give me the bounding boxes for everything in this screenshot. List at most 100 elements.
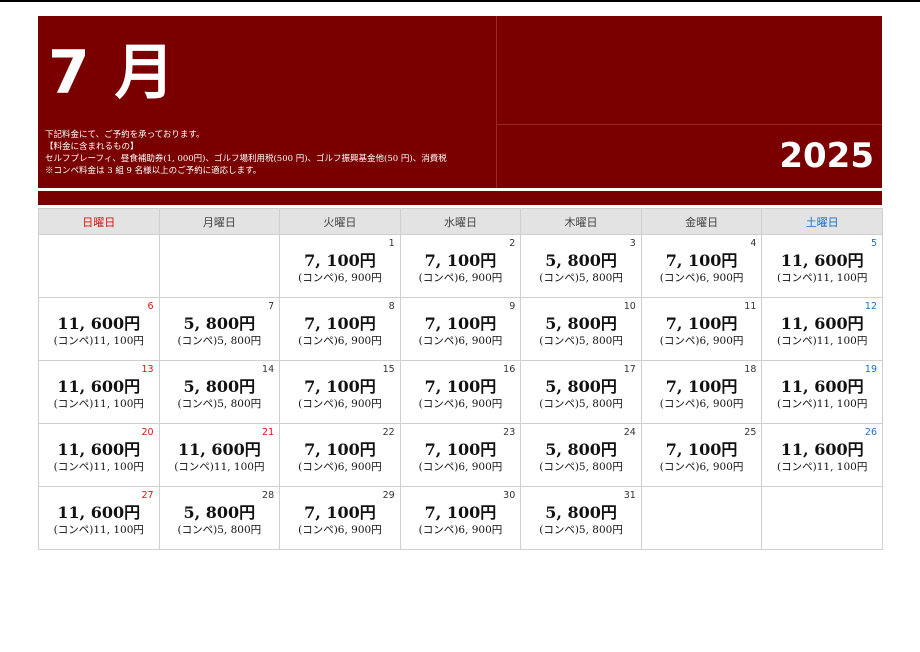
- note-line: 下記料金にて、ご予約を承っております。: [45, 130, 205, 140]
- competition-price: (コンペ)6, 900円: [418, 335, 503, 347]
- weekday-header-row: 日曜日 月曜日 火曜日 水曜日 木曜日 金曜日 土曜日: [38, 208, 883, 235]
- competition-price: (コンペ)11, 100円: [777, 335, 868, 347]
- weekday-saturday: 土曜日: [761, 208, 883, 235]
- day-cell[interactable]: 7 5, 800円 (コンペ)5, 800円: [158, 297, 281, 361]
- day-cell[interactable]: 10 5, 800円 (コンペ)5, 800円: [520, 297, 642, 361]
- day-cell[interactable]: 8 7, 100円 (コンペ)6, 900円: [279, 297, 401, 361]
- day-cell[interactable]: 27 11, 600円 (コンペ)11, 100円: [38, 486, 160, 550]
- day-cell[interactable]: 18 7, 100円 (コンペ)6, 900円: [640, 360, 763, 424]
- day-cell[interactable]: 12 11, 600円 (コンペ)11, 100円: [761, 297, 883, 361]
- day-cell[interactable]: 13 11, 600円 (コンペ)11, 100円: [38, 360, 160, 424]
- pricing-notes: 下記料金にて、ご予約を承っております。 【料金に含まれるもの】 セルフプレーフィ…: [45, 129, 447, 177]
- competition-price: (コンペ)6, 900円: [659, 335, 744, 347]
- day-number: 18: [744, 364, 757, 375]
- regular-price: 7, 100円: [304, 440, 376, 459]
- regular-price: 11, 600円: [780, 251, 864, 270]
- week-row: 27 11, 600円 (コンペ)11, 100円 28 5, 800円 (コンペ)5, …: [38, 486, 883, 550]
- regular-price: 7, 100円: [424, 314, 497, 333]
- day-cell[interactable]: 16 7, 100円 (コンペ)6, 900円: [399, 360, 522, 424]
- competition-price: (コンペ)6, 900円: [659, 398, 744, 410]
- calendar-grid: 日曜日 月曜日 火曜日 水曜日 木曜日 金曜日 土曜日 1 7, 100円 (コンペ…: [38, 208, 883, 550]
- regular-price: 5, 800円: [183, 503, 256, 522]
- day-number: 5: [870, 238, 877, 249]
- day-number: 3: [629, 238, 636, 249]
- day-number: 24: [623, 427, 636, 438]
- competition-price: (コンペ)5, 800円: [177, 335, 262, 347]
- day-number: 11: [744, 301, 757, 312]
- competition-price: (コンペ)5, 800円: [539, 524, 623, 536]
- day-cell[interactable]: 20 11, 600円 (コンペ)11, 100円: [38, 423, 160, 487]
- year-label: 2025: [779, 136, 874, 176]
- day-number: 17: [623, 364, 636, 375]
- regular-price: 5, 800円: [545, 314, 617, 333]
- day-number: 31: [623, 490, 636, 501]
- day-cell[interactable]: 28 5, 800円 (コンペ)5, 800円: [158, 486, 281, 550]
- day-cell[interactable]: 30 7, 100円 (コンペ)6, 900円: [399, 486, 522, 550]
- calendar-body: 1 7, 100円 (コンペ)6, 900円 2 7, 100円 (コンペ)6, 900円…: [38, 234, 883, 550]
- day-cell[interactable]: 15 7, 100円 (コンペ)6, 900円: [279, 360, 401, 424]
- day-number: 9: [509, 301, 516, 312]
- competition-price: (コンペ)6, 900円: [298, 461, 382, 473]
- day-cell[interactable]: 11 7, 100円 (コンペ)6, 900円: [640, 297, 763, 361]
- empty-day-cell: [761, 486, 883, 550]
- regular-price: 5, 800円: [545, 440, 617, 459]
- day-number: 27: [141, 490, 154, 501]
- day-number: 26: [864, 427, 877, 438]
- regular-price: 11, 600円: [57, 503, 141, 522]
- competition-price: (コンペ)11, 100円: [777, 398, 868, 410]
- day-number: 2: [509, 238, 516, 249]
- regular-price: 11, 600円: [57, 377, 141, 396]
- day-cell[interactable]: 6 11, 600円 (コンペ)11, 100円: [38, 297, 160, 361]
- day-number: 16: [503, 364, 516, 375]
- weekday-thursday: 木曜日: [520, 208, 642, 235]
- week-row: 6 11, 600円 (コンペ)11, 100円 7 5, 800円 (コンペ)5, 80…: [38, 297, 883, 361]
- competition-price: (コンペ)5, 800円: [539, 272, 623, 284]
- competition-price: (コンペ)6, 900円: [418, 398, 503, 410]
- calendar-header: 7 月 下記料金にて、ご予約を承っております。 【料金に含まれるもの】 セルフプ…: [38, 16, 882, 188]
- day-cell[interactable]: 29 7, 100円 (コンペ)6, 900円: [279, 486, 401, 550]
- day-number: 20: [141, 427, 154, 438]
- competition-price: (コンペ)6, 900円: [298, 272, 382, 284]
- competition-price: (コンペ)5, 800円: [177, 524, 262, 536]
- regular-price: 7, 100円: [304, 377, 376, 396]
- day-cell[interactable]: 4 7, 100円 (コンペ)6, 900円: [640, 234, 763, 298]
- regular-price: 5, 800円: [545, 503, 617, 522]
- day-cell[interactable]: 24 5, 800円 (コンペ)5, 800円: [520, 423, 642, 487]
- day-cell[interactable]: 31 5, 800円 (コンペ)5, 800円: [520, 486, 642, 550]
- top-border-line: [0, 0, 920, 2]
- header-divider-horizontal: [496, 124, 882, 125]
- day-cell[interactable]: 23 7, 100円 (コンペ)6, 900円: [399, 423, 522, 487]
- day-cell[interactable]: 9 7, 100円 (コンペ)6, 900円: [399, 297, 522, 361]
- weekday-monday: 月曜日: [158, 208, 281, 235]
- day-cell[interactable]: 5 11, 600円 (コンペ)11, 100円: [761, 234, 883, 298]
- competition-price: (コンペ)6, 900円: [298, 335, 382, 347]
- day-cell[interactable]: 3 5, 800円 (コンペ)5, 800円: [520, 234, 642, 298]
- day-cell[interactable]: 25 7, 100円 (コンペ)6, 900円: [640, 423, 763, 487]
- note-line: セルフプレーフィ、昼食補助券(1, 000円)、ゴルフ場利用税(500 円)、ゴ…: [45, 154, 447, 164]
- month-title: 7 月: [48, 38, 177, 108]
- empty-day-cell: [158, 234, 281, 298]
- regular-price: 5, 800円: [183, 377, 256, 396]
- regular-price: 7, 100円: [665, 440, 738, 459]
- day-cell[interactable]: 22 7, 100円 (コンペ)6, 900円: [279, 423, 401, 487]
- day-cell[interactable]: 2 7, 100円 (コンペ)6, 900円: [399, 234, 522, 298]
- day-cell[interactable]: 26 11, 600円 (コンペ)11, 100円: [761, 423, 883, 487]
- regular-price: 11, 600円: [57, 440, 141, 459]
- day-number: 6: [147, 301, 154, 312]
- regular-price: 7, 100円: [665, 377, 738, 396]
- competition-price: (コンペ)11, 100円: [53, 461, 144, 473]
- day-number: 7: [268, 301, 275, 312]
- day-cell[interactable]: 17 5, 800円 (コンペ)5, 800円: [520, 360, 642, 424]
- day-number: 4: [750, 238, 757, 249]
- day-cell[interactable]: 14 5, 800円 (コンペ)5, 800円: [158, 360, 281, 424]
- day-cell[interactable]: 19 11, 600円 (コンペ)11, 100円: [761, 360, 883, 424]
- competition-price: (コンペ)6, 900円: [418, 524, 503, 536]
- regular-price: 7, 100円: [424, 440, 497, 459]
- week-row: 13 11, 600円 (コンペ)11, 100円 14 5, 800円 (コンペ)5, …: [38, 360, 883, 424]
- day-cell[interactable]: 21 11, 600円 (コンペ)11, 100円: [158, 423, 281, 487]
- day-cell[interactable]: 1 7, 100円 (コンペ)6, 900円: [279, 234, 401, 298]
- regular-price: 7, 100円: [424, 377, 497, 396]
- regular-price: 7, 100円: [304, 503, 376, 522]
- competition-price: (コンペ)11, 100円: [174, 461, 265, 473]
- note-line: 【料金に含まれるもの】: [45, 142, 139, 152]
